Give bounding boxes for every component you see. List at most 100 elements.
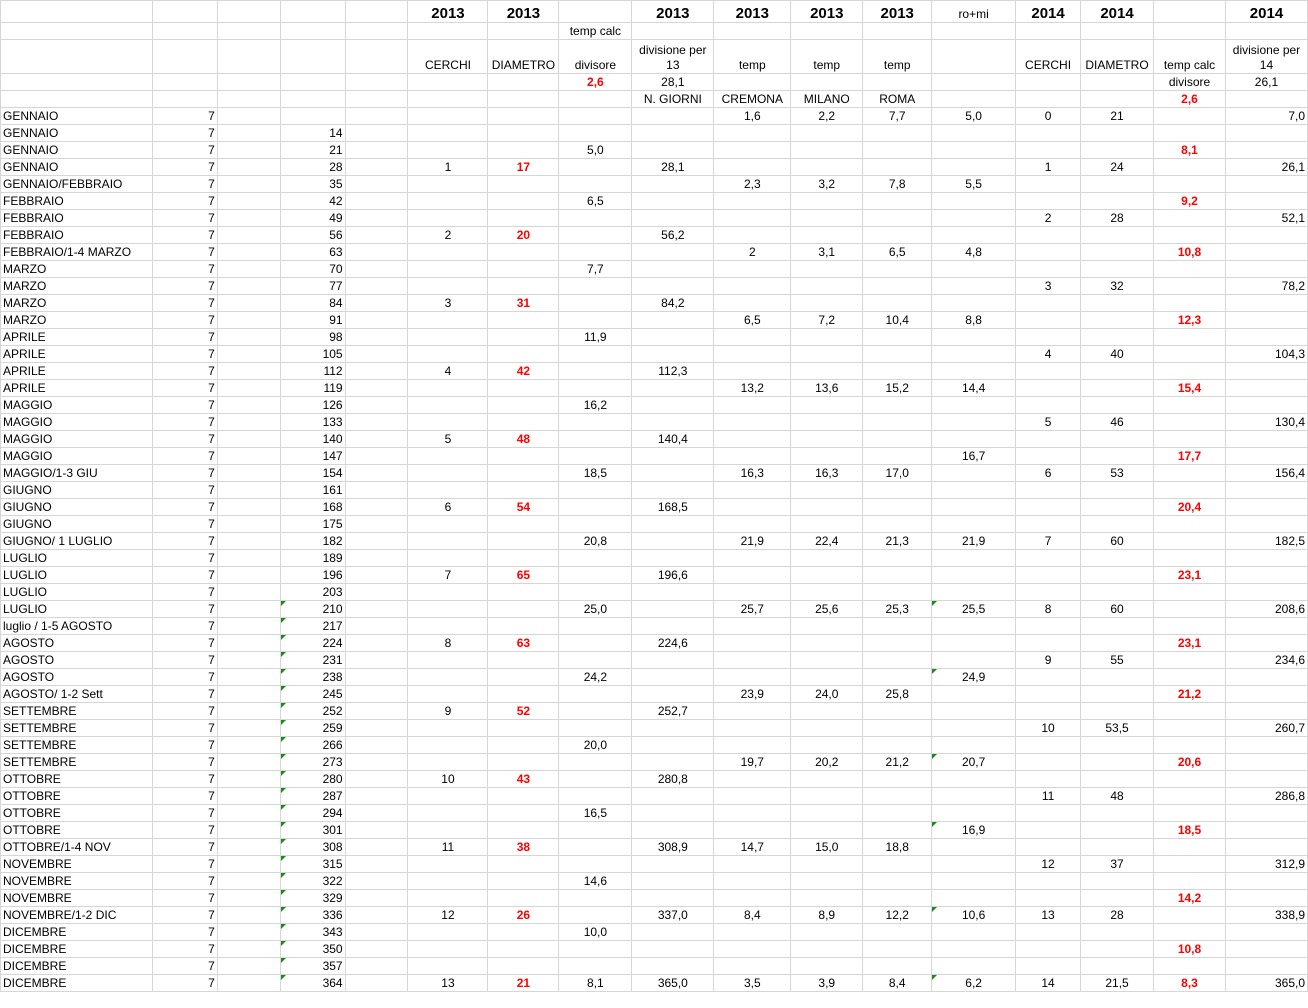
header-cell[interactable] bbox=[279, 90, 346, 108]
header-cell[interactable]: 2,6 bbox=[558, 73, 633, 91]
table-cell[interactable]: DICEMBRE bbox=[0, 974, 153, 992]
table-cell[interactable] bbox=[344, 515, 409, 533]
table-cell[interactable] bbox=[487, 549, 560, 567]
table-cell[interactable]: 4 bbox=[1015, 345, 1082, 363]
table-cell[interactable] bbox=[790, 923, 864, 941]
table-cell[interactable] bbox=[1080, 260, 1155, 278]
table-cell[interactable] bbox=[487, 787, 560, 805]
table-cell[interactable]: 55 bbox=[1080, 651, 1155, 669]
table-cell[interactable]: 104,3 bbox=[1224, 345, 1308, 363]
table-cell[interactable]: LUGLIO bbox=[0, 549, 153, 567]
table-cell[interactable] bbox=[931, 192, 1017, 210]
table-cell[interactable] bbox=[216, 243, 281, 261]
table-cell[interactable] bbox=[1080, 753, 1155, 771]
table-cell[interactable] bbox=[1153, 583, 1226, 601]
table-cell[interactable]: 10,0 bbox=[558, 923, 633, 941]
table-cell[interactable]: NOVEMBRE bbox=[0, 855, 153, 873]
table-cell[interactable]: 8,9 bbox=[790, 906, 864, 924]
table-cell[interactable]: 54 bbox=[487, 498, 560, 516]
table-cell[interactable]: 21,2 bbox=[1153, 685, 1226, 703]
table-cell[interactable] bbox=[487, 141, 560, 159]
table-cell[interactable] bbox=[931, 855, 1017, 873]
table-cell[interactable] bbox=[216, 515, 281, 533]
header-cell[interactable] bbox=[790, 22, 864, 40]
header-cell[interactable] bbox=[344, 73, 409, 91]
table-cell[interactable]: 20 bbox=[487, 226, 560, 244]
table-cell[interactable]: 322 bbox=[279, 872, 346, 890]
table-cell[interactable]: GIUGNO bbox=[0, 515, 153, 533]
header-cell[interactable] bbox=[151, 73, 218, 91]
table-cell[interactable]: 7 bbox=[151, 651, 218, 669]
table-cell[interactable]: 312,9 bbox=[1224, 855, 1308, 873]
table-cell[interactable] bbox=[713, 702, 792, 720]
table-cell[interactable] bbox=[407, 515, 489, 533]
table-cell[interactable]: 25,5 bbox=[931, 600, 1017, 618]
table-cell[interactable]: 14,4 bbox=[931, 379, 1017, 397]
table-cell[interactable] bbox=[1080, 617, 1155, 635]
table-cell[interactable]: 7 bbox=[151, 515, 218, 533]
table-cell[interactable] bbox=[558, 940, 633, 958]
table-cell[interactable] bbox=[216, 277, 281, 295]
table-cell[interactable]: FEBBRAIO bbox=[0, 192, 153, 210]
table-cell[interactable] bbox=[790, 124, 864, 142]
table-cell[interactable] bbox=[487, 685, 560, 703]
table-cell[interactable]: GENNAIO bbox=[0, 107, 153, 125]
header-cell[interactable] bbox=[279, 0, 346, 23]
table-cell[interactable] bbox=[487, 260, 560, 278]
table-cell[interactable]: 10 bbox=[1015, 719, 1082, 737]
table-cell[interactable] bbox=[407, 872, 489, 890]
table-cell[interactable] bbox=[344, 957, 409, 975]
table-cell[interactable] bbox=[862, 719, 933, 737]
table-cell[interactable]: 7 bbox=[151, 753, 218, 771]
table-cell[interactable] bbox=[344, 396, 409, 414]
table-cell[interactable] bbox=[344, 804, 409, 822]
table-cell[interactable] bbox=[862, 209, 933, 227]
table-cell[interactable] bbox=[931, 957, 1017, 975]
table-cell[interactable] bbox=[1015, 328, 1082, 346]
table-cell[interactable]: 14,7 bbox=[713, 838, 792, 856]
table-cell[interactable] bbox=[1153, 413, 1226, 431]
table-cell[interactable] bbox=[216, 379, 281, 397]
table-cell[interactable]: 14,6 bbox=[558, 872, 633, 890]
table-cell[interactable] bbox=[862, 294, 933, 312]
table-cell[interactable] bbox=[862, 651, 933, 669]
table-cell[interactable]: SETTEMBRE bbox=[0, 736, 153, 754]
table-cell[interactable]: 5,5 bbox=[931, 175, 1017, 193]
table-cell[interactable]: 1 bbox=[1015, 158, 1082, 176]
table-cell[interactable] bbox=[1224, 243, 1308, 261]
table-cell[interactable] bbox=[344, 107, 409, 125]
table-cell[interactable]: DICEMBRE bbox=[0, 940, 153, 958]
table-cell[interactable] bbox=[862, 345, 933, 363]
table-cell[interactable] bbox=[862, 192, 933, 210]
header-cell[interactable]: CREMONA bbox=[713, 90, 792, 108]
table-cell[interactable] bbox=[344, 940, 409, 958]
table-cell[interactable] bbox=[558, 107, 633, 125]
table-cell[interactable] bbox=[1153, 804, 1226, 822]
table-cell[interactable]: 8 bbox=[1015, 600, 1082, 618]
header-cell[interactable]: ROMA bbox=[862, 90, 933, 108]
table-cell[interactable]: 7 bbox=[151, 940, 218, 958]
table-cell[interactable] bbox=[558, 226, 633, 244]
table-cell[interactable] bbox=[407, 923, 489, 941]
table-cell[interactable] bbox=[631, 260, 715, 278]
table-cell[interactable] bbox=[558, 821, 633, 839]
table-cell[interactable]: 98 bbox=[279, 328, 346, 346]
table-cell[interactable]: 7 bbox=[151, 345, 218, 363]
table-cell[interactable] bbox=[1153, 838, 1226, 856]
table-cell[interactable] bbox=[790, 787, 864, 805]
table-cell[interactable]: 329 bbox=[279, 889, 346, 907]
table-cell[interactable] bbox=[487, 464, 560, 482]
table-cell[interactable] bbox=[344, 906, 409, 924]
table-cell[interactable]: 7 bbox=[151, 855, 218, 873]
table-cell[interactable]: 17 bbox=[487, 158, 560, 176]
table-cell[interactable] bbox=[487, 379, 560, 397]
table-cell[interactable]: 35 bbox=[279, 175, 346, 193]
table-cell[interactable] bbox=[1080, 838, 1155, 856]
table-cell[interactable]: 7 bbox=[151, 328, 218, 346]
header-cell[interactable]: temp calc bbox=[558, 22, 633, 40]
table-cell[interactable]: 63 bbox=[279, 243, 346, 261]
table-cell[interactable] bbox=[1080, 685, 1155, 703]
table-cell[interactable] bbox=[558, 498, 633, 516]
header-cell[interactable] bbox=[344, 22, 409, 40]
table-cell[interactable]: 5,0 bbox=[931, 107, 1017, 125]
